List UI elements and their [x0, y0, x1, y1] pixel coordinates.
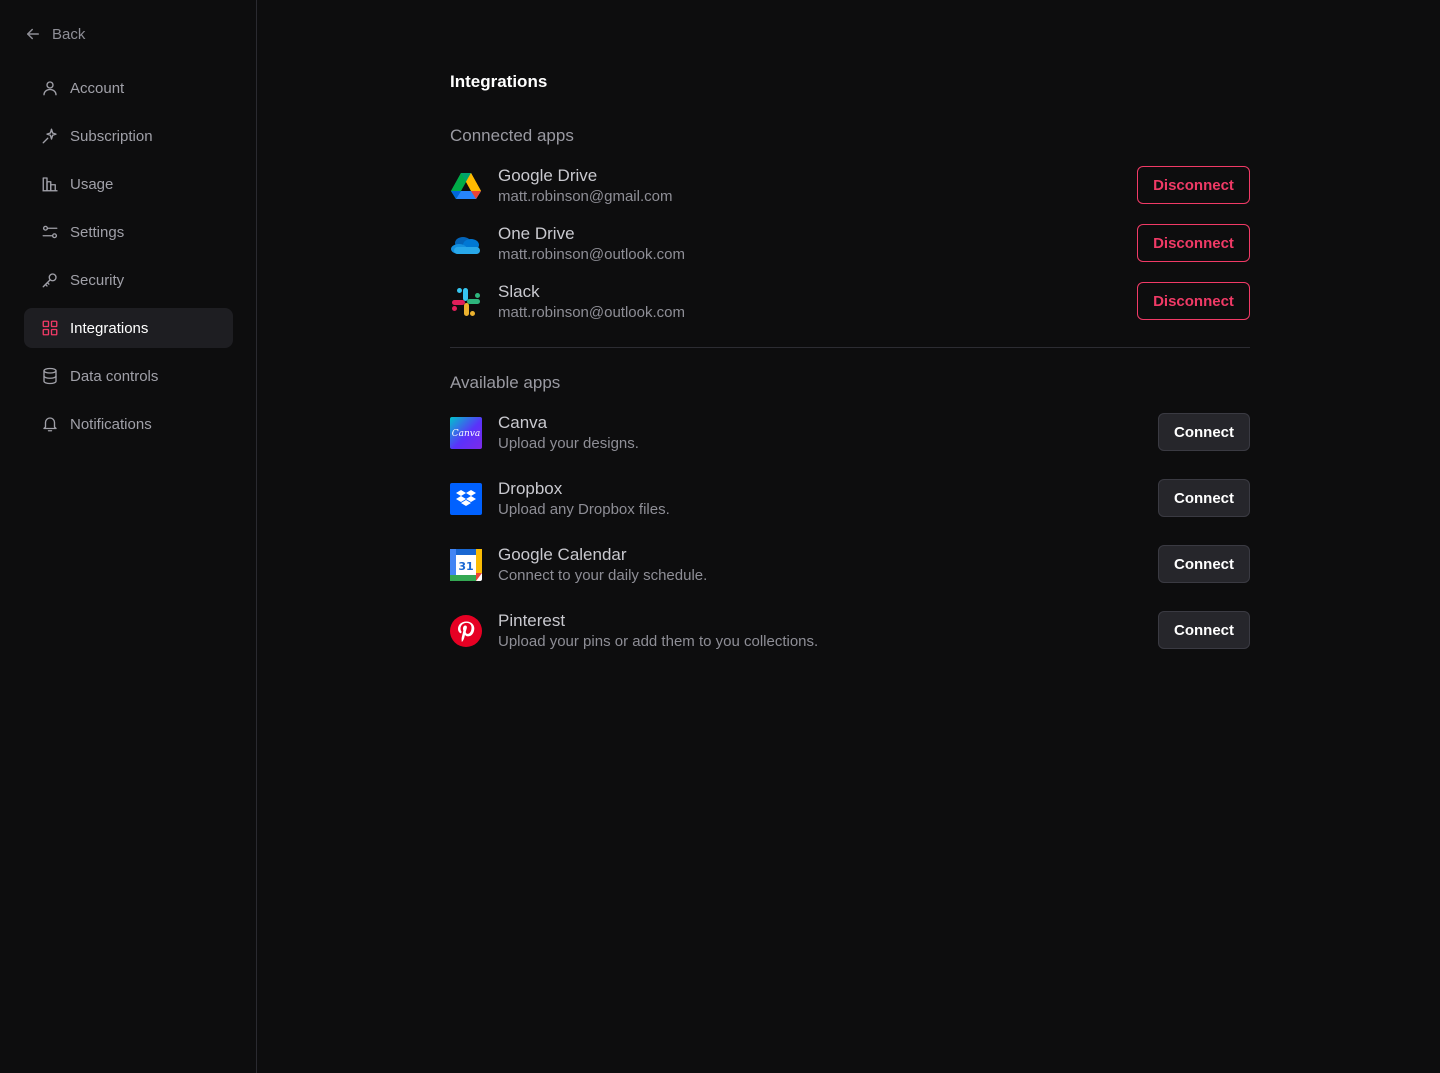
pinterest-icon [450, 615, 482, 647]
connect-button[interactable]: Connect [1158, 545, 1250, 583]
back-label: Back [52, 25, 86, 43]
google-calendar-icon: 31 [450, 549, 482, 581]
available-app-row: 31 Google Calendar Connect to your daily… [450, 545, 1250, 585]
app-name: Dropbox [498, 479, 563, 498]
app-account: matt.robinson@outlook.com [498, 304, 685, 321]
app-name: Slack [498, 282, 540, 301]
google-drive-icon [450, 170, 482, 202]
app-account: matt.robinson@outlook.com [498, 246, 685, 263]
slack-icon [450, 286, 482, 318]
app-name: One Drive [498, 224, 575, 243]
sidebar-item-label: Security [70, 271, 125, 289]
section-divider [450, 347, 1250, 348]
disconnect-button[interactable]: Disconnect [1137, 166, 1250, 204]
sidebar: Back Account Subscription Usage Settings [0, 0, 257, 1073]
sidebar-item-usage[interactable]: Usage [24, 164, 233, 204]
sidebar-item-integrations[interactable]: Integrations [24, 308, 233, 348]
sidebar-item-security[interactable]: Security [24, 260, 233, 300]
connect-button[interactable]: Connect [1158, 413, 1250, 451]
database-icon [40, 366, 60, 386]
calendar-logo-text: 31 [458, 560, 473, 573]
sparkle-icon [40, 126, 60, 146]
app-description: Upload any Dropbox files. [498, 501, 670, 518]
available-app-row: Dropbox Upload any Dropbox files. Connec… [450, 479, 1250, 519]
app-name: Google Drive [498, 166, 598, 185]
app-name: Pinterest [498, 611, 566, 630]
sidebar-item-label: Usage [70, 175, 114, 193]
canva-logo-text: Canva [452, 429, 481, 439]
sidebar-item-label: Account [70, 79, 125, 97]
connect-button[interactable]: Connect [1158, 479, 1250, 517]
page-title: Integrations [450, 72, 548, 91]
sidebar-item-notifications[interactable]: Notifications [24, 404, 233, 444]
app-name: Google Calendar [498, 545, 627, 564]
connected-apps-heading: Connected apps [450, 126, 574, 145]
sidebar-item-label: Settings [70, 223, 125, 241]
canva-icon: Canva [450, 417, 482, 449]
bar-chart-icon [40, 174, 60, 194]
onedrive-icon [450, 228, 482, 260]
connect-button[interactable]: Connect [1158, 611, 1250, 649]
disconnect-button[interactable]: Disconnect [1137, 224, 1250, 262]
back-button[interactable]: Back [24, 22, 85, 46]
sidebar-item-label: Subscription [70, 127, 153, 145]
available-app-row: Pinterest Upload your pins or add them t… [450, 611, 1250, 651]
sidebar-item-subscription[interactable]: Subscription [24, 116, 233, 156]
grid-icon [40, 318, 60, 338]
app-description: Upload your pins or add them to you coll… [498, 633, 819, 650]
sidebar-item-account[interactable]: Account [24, 68, 233, 108]
sidebar-nav: Account Subscription Usage Settings Secu… [24, 68, 233, 452]
sliders-icon [40, 222, 60, 242]
app-name: Canva [498, 413, 548, 432]
sidebar-item-data-controls[interactable]: Data controls [24, 356, 233, 396]
bell-icon [40, 414, 60, 434]
connected-app-row: One Drive matt.robinson@outlook.com Disc… [450, 224, 1250, 264]
app-description: Connect to your daily schedule. [498, 567, 708, 584]
arrow-left-icon [24, 25, 42, 43]
sidebar-item-label: Data controls [70, 367, 159, 385]
disconnect-button[interactable]: Disconnect [1137, 282, 1250, 320]
available-apps-heading: Available apps [450, 373, 561, 392]
connected-app-row: Google Drive matt.robinson@gmail.com Dis… [450, 166, 1250, 206]
available-app-row: Canva Canva Upload your designs. Connect [450, 413, 1250, 453]
sidebar-item-label: Integrations [70, 319, 149, 337]
app-description: Upload your designs. [498, 435, 639, 452]
key-icon [40, 270, 60, 290]
connected-app-row: Slack matt.robinson@outlook.com Disconne… [450, 282, 1250, 322]
user-icon [40, 78, 60, 98]
dropbox-icon [450, 483, 482, 515]
app-account: matt.robinson@gmail.com [498, 188, 673, 205]
sidebar-item-settings[interactable]: Settings [24, 212, 233, 252]
sidebar-item-label: Notifications [70, 415, 152, 433]
